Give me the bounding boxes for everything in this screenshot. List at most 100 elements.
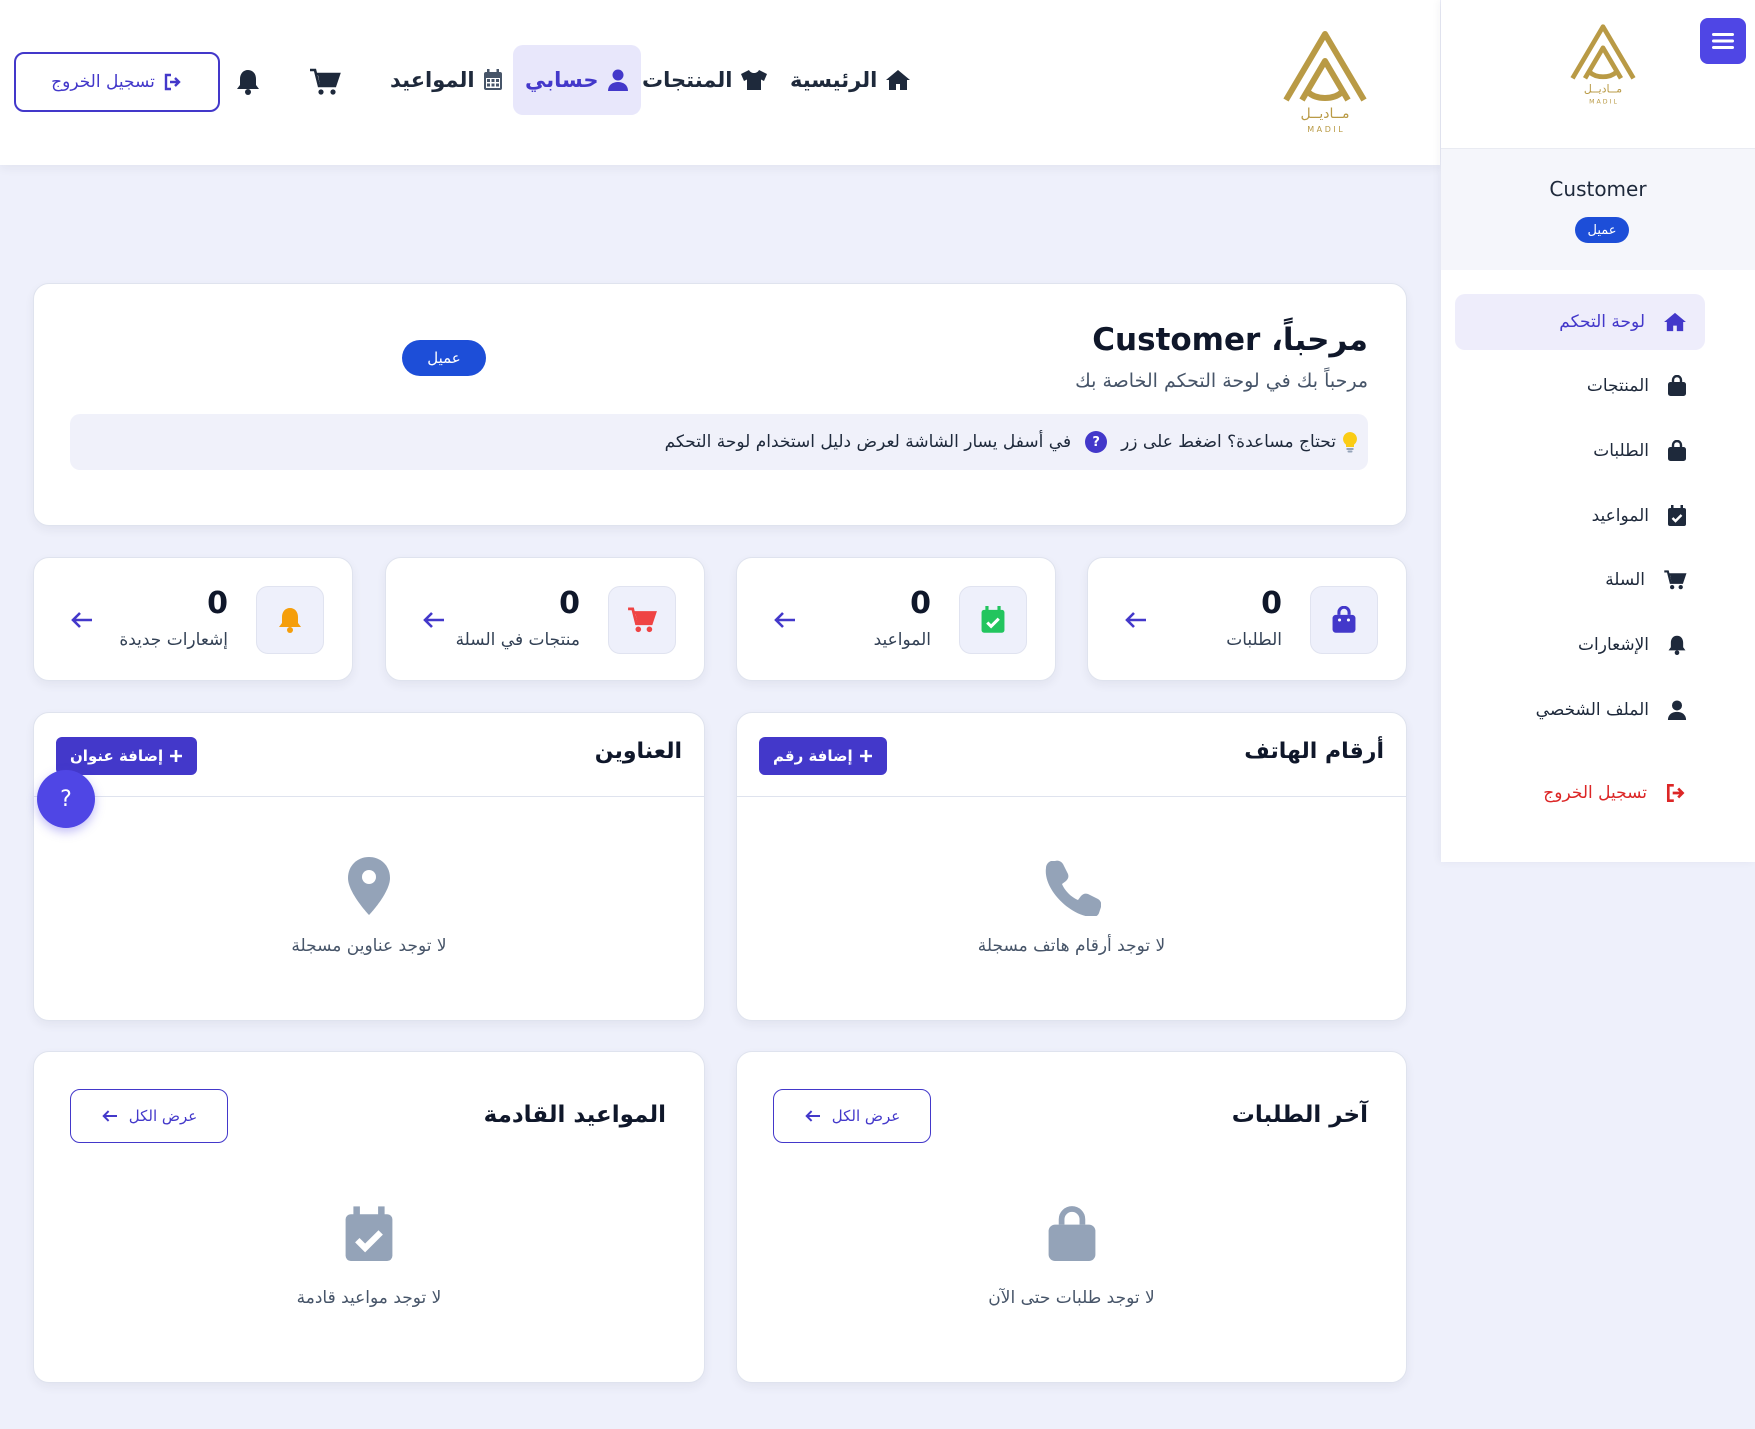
empty-message: لا توجد عناوين مسجلة xyxy=(291,936,447,956)
stat-label: المواعيد xyxy=(873,630,931,650)
stat-icon-box xyxy=(256,586,324,654)
help-question-icon: ? xyxy=(1085,431,1108,453)
empty-message: لا توجد مواعيد قادمة xyxy=(296,1288,442,1308)
sidebar-item-appointments[interactable]: المواعيد xyxy=(1455,488,1705,544)
plus-icon xyxy=(170,750,183,762)
arrow-left-icon[interactable] xyxy=(422,610,446,630)
stat-label: منتجات في السلة xyxy=(455,630,580,650)
bell-icon xyxy=(237,70,259,95)
sidebar-item-label: لوحة التحكم xyxy=(1559,312,1645,332)
calendar-icon xyxy=(483,69,502,90)
stat-icon-box xyxy=(959,586,1027,654)
shirt-icon xyxy=(741,70,768,90)
add-phone-button[interactable]: إضافة رقم xyxy=(759,737,887,775)
phone-icon xyxy=(1045,860,1101,916)
sidebar-item-dashboard[interactable]: لوحة التحكم xyxy=(1455,294,1705,350)
nav-products[interactable]: المنتجات xyxy=(630,45,780,115)
panel-title: العناوين xyxy=(594,739,682,764)
menu-toggle-button[interactable] xyxy=(1700,18,1746,64)
nav-home[interactable]: الرئيسية xyxy=(778,45,923,115)
view-all-orders-button[interactable]: عرض الكل xyxy=(773,1089,931,1143)
add-address-button[interactable]: إضافة عنوان xyxy=(56,737,198,775)
role-badge: عميل xyxy=(402,340,486,376)
map-pin-icon xyxy=(348,857,390,915)
sidebar-item-products[interactable]: المنتجات xyxy=(1455,358,1705,414)
cart-button[interactable] xyxy=(305,62,345,102)
sidebar-user-card: Customer عميل xyxy=(1441,148,1755,270)
stat-label: الطلبات xyxy=(1226,630,1282,650)
welcome-card: مرحباً، Customer مرحباً بك في لوحة التحك… xyxy=(33,283,1407,526)
stat-card-appointments[interactable]: 0 المواعيد xyxy=(736,557,1056,681)
view-all-appointments-button[interactable]: عرض الكل xyxy=(70,1089,228,1143)
sidebar: مــاديــل M A D I L Customer عميل لوحة ا… xyxy=(1441,0,1755,862)
svg-text:مــاديــل: مــاديــل xyxy=(1301,106,1350,122)
help-guide-button[interactable]: ? xyxy=(37,770,95,828)
top-navbar: تسجيل الخروج المواعيد حسابي المنتجات الر… xyxy=(0,0,1440,165)
nav-my-account[interactable]: حسابي xyxy=(513,45,641,115)
stat-icon-box xyxy=(1310,586,1378,654)
logout-icon xyxy=(1666,783,1685,803)
recent-orders-panel: آخر الطلبات عرض الكل لا توجد طلبات حتى ا… xyxy=(736,1051,1407,1383)
bag-icon xyxy=(1048,1206,1095,1261)
sidebar-logo[interactable]: مــاديــل M A D I L xyxy=(1567,22,1639,108)
bell-icon xyxy=(1668,635,1686,655)
stat-value: 0 xyxy=(1261,586,1282,621)
help-tip-text-start: تحتاج مساعدة؟ اضغط على زر xyxy=(1121,432,1336,452)
phones-panel: أرقام الهاتف إضافة رقم لا توجد أرقام هات… xyxy=(736,712,1407,1021)
stat-card-orders[interactable]: 0 الطلبات xyxy=(1087,557,1407,681)
user-icon xyxy=(1667,700,1687,720)
sidebar-item-logout[interactable]: تسجيل الخروج xyxy=(1455,765,1705,821)
help-tip-text-end: في أسفل يسار الشاشة لعرض دليل استخدام لو… xyxy=(664,432,1072,452)
upcoming-appointments-panel: المواعيد القادمة عرض الكل لا توجد مواعيد… xyxy=(33,1051,705,1383)
sidebar-item-orders[interactable]: الطلبات xyxy=(1455,423,1705,479)
calendar-check-icon xyxy=(981,606,1005,633)
welcome-title: مرحباً، Customer xyxy=(1092,322,1368,358)
sidebar-item-profile[interactable]: الملف الشخصي xyxy=(1455,682,1705,738)
sidebar-item-label: تسجيل الخروج xyxy=(1543,783,1647,803)
arrow-left-icon[interactable] xyxy=(70,610,94,630)
welcome-subtitle: مرحباً بك في لوحة التحكم الخاصة بك xyxy=(1075,370,1368,392)
sidebar-item-label: السلة xyxy=(1605,570,1645,590)
sidebar-item-label: الملف الشخصي xyxy=(1535,700,1649,720)
arrow-left-icon[interactable] xyxy=(773,610,797,630)
stat-value: 0 xyxy=(207,586,228,621)
add-address-label: إضافة عنوان xyxy=(70,747,164,765)
calendar-check-icon xyxy=(1668,505,1686,526)
sidebar-item-label: الإشعارات xyxy=(1578,635,1649,655)
bag-icon xyxy=(1332,606,1356,633)
sidebar-item-label: الطلبات xyxy=(1593,441,1649,461)
bag-icon xyxy=(1668,375,1686,396)
cart-icon xyxy=(310,68,341,95)
svg-text:مــاديــل: مــاديــل xyxy=(1584,82,1622,95)
sidebar-item-label: المنتجات xyxy=(1586,376,1649,396)
brand-logo[interactable]: مــاديــل M A D I L xyxy=(1280,28,1370,138)
nav-label: المواعيد xyxy=(390,68,475,92)
lightbulb-icon xyxy=(1343,432,1357,453)
help-tip: تحتاج مساعدة؟ اضغط على زر ? في أسفل يسار… xyxy=(70,414,1368,470)
notifications-button[interactable] xyxy=(228,62,268,102)
addresses-panel: العناوين إضافة عنوان لا توجد عناوين مسجل… xyxy=(33,712,705,1021)
home-icon xyxy=(886,70,911,90)
logout-icon xyxy=(164,73,181,91)
panel-title: المواعيد القادمة xyxy=(483,1102,666,1128)
user-role-badge: عميل xyxy=(1575,217,1629,243)
stat-card-cart[interactable]: 0 منتجات في السلة xyxy=(385,557,705,681)
logout-button[interactable]: تسجيل الخروج xyxy=(14,52,220,112)
sidebar-item-notifications[interactable]: الإشعارات xyxy=(1455,617,1705,673)
calendar-check-icon xyxy=(345,1206,393,1261)
user-icon xyxy=(607,69,628,91)
nav-appointments[interactable]: المواعيد xyxy=(378,45,515,115)
arrow-left-icon[interactable] xyxy=(1124,610,1148,630)
panel-title: أرقام الهاتف xyxy=(1244,739,1384,764)
stat-label: إشعارات جديدة xyxy=(119,630,228,650)
nav-label: الرئيسية xyxy=(790,68,878,92)
stat-value: 0 xyxy=(910,586,931,621)
bag-icon xyxy=(1668,440,1686,461)
svg-text:M A D I L: M A D I L xyxy=(1307,125,1343,134)
sidebar-item-cart[interactable]: السلة xyxy=(1455,552,1705,608)
stat-card-notifications[interactable]: 0 إشعارات جديدة xyxy=(33,557,353,681)
empty-message: لا توجد أرقام هاتف مسجلة xyxy=(977,936,1166,956)
plus-icon xyxy=(859,750,872,762)
logout-label: تسجيل الخروج xyxy=(51,72,155,92)
panel-header: أرقام الهاتف إضافة رقم xyxy=(737,713,1406,797)
